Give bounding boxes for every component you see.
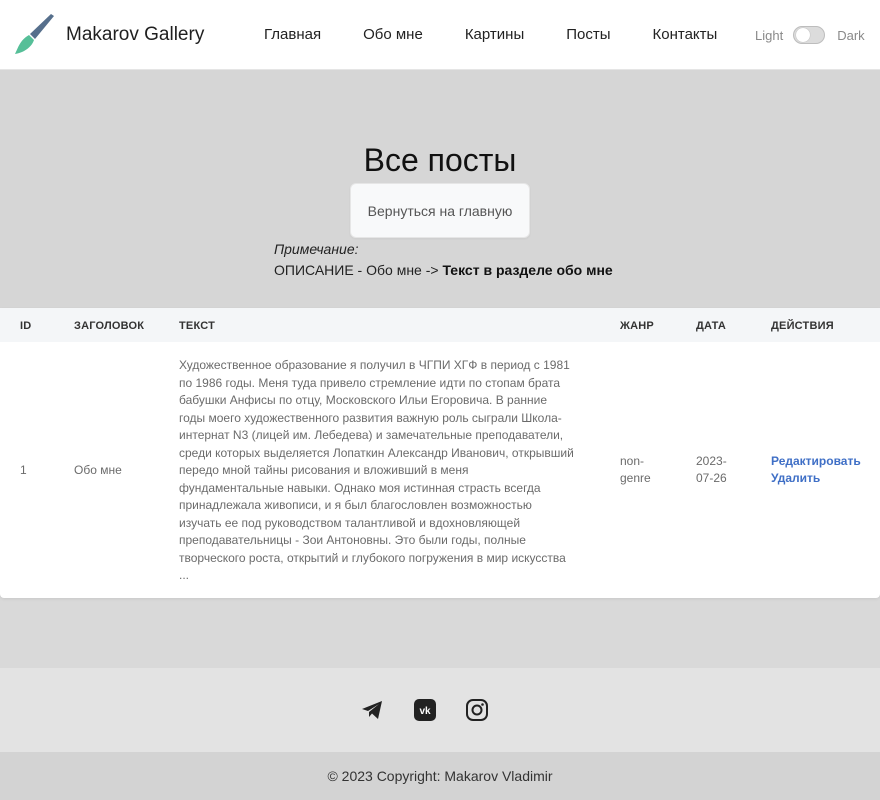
paintbrush-logo-icon [15, 14, 54, 54]
vk-icon[interactable]: vk [412, 697, 438, 723]
nav-paintings[interactable]: Картины [465, 26, 524, 43]
telegram-icon[interactable] [359, 697, 385, 723]
genre-line: non- [620, 454, 645, 468]
column-header-actions: ДЕЙСТВИЯ [771, 320, 834, 332]
date-line: 07-26 [696, 471, 727, 485]
hero-section: Все посты Вернуться на главную Примечани… [0, 70, 880, 308]
edit-post-link[interactable]: Редактировать [771, 453, 861, 470]
svg-text:vk: vk [419, 706, 431, 717]
cell-text: Художественное образование я получил в Ч… [179, 357, 584, 585]
text-line: преподавательницы - Зои Антоновны. Это б… [179, 533, 526, 547]
vk-glyph: vk [414, 699, 436, 721]
table-header: ID ЗАГОЛОВОК ТЕКСТ ЖАНР ДАТА ДЕЙСТВИЯ [0, 308, 880, 342]
text-line: бабушки Анфисы по отцу, Московского Ильи… [179, 393, 548, 407]
nav-home[interactable]: Главная [264, 26, 321, 43]
text-line: по 1986 годы. Меня туда привело стремлен… [179, 375, 561, 390]
brand-name: Makarov Gallery [66, 24, 205, 45]
theme-toggle: Light Dark [755, 26, 865, 44]
cell-date: 2023- 07-26 [696, 453, 727, 487]
brand-link[interactable]: Makarov Gallery [12, 12, 204, 58]
note-target: Текст в разделе обо мне [442, 262, 613, 278]
text-line: изучать ее под руководством талантливой … [179, 515, 521, 530]
theme-switch-knob [796, 28, 811, 42]
theme-switch[interactable] [793, 26, 826, 44]
page-title: Все посты [363, 142, 517, 178]
site-header: Makarov Gallery Главная Обо мне Картины … [0, 0, 880, 70]
cell-title: Обо мне [74, 463, 122, 477]
text-line: фундаментальные навыки. Однако моя истин… [179, 480, 541, 495]
back-home-button[interactable]: Вернуться на главную [350, 183, 530, 238]
footer-social: vk [0, 668, 880, 752]
text-line: годы моего художественного развития важн… [179, 410, 562, 425]
note-text: ОПИСАНИЕ - Обо мне -> Текст в разделе об… [274, 262, 613, 278]
column-header-genre: ЖАНР [620, 320, 654, 332]
text-line: среди которых выделяется Лопаткин Алекса… [179, 445, 574, 460]
cell-actions: Редактировать Удалить [771, 453, 861, 487]
main-nav: Главная Обо мне Картины Посты Контакты [264, 26, 759, 43]
text-line: ... [179, 568, 190, 582]
nav-posts[interactable]: Посты [566, 26, 610, 43]
column-header-title: ЗАГОЛОВОК [74, 320, 145, 332]
cell-genre: non- genre [620, 453, 651, 487]
posts-table: ID ЗАГОЛОВОК ТЕКСТ ЖАНР ДАТА ДЕЙСТВИЯ 1 … [0, 308, 880, 598]
cell-id: 1 [20, 463, 27, 477]
text-line: передо мной тайны рисования и вложивший … [179, 463, 469, 477]
footer-copyright: © 2023 Copyright: Makarov Vladimir [0, 752, 880, 800]
theme-light-label: Light [755, 27, 784, 43]
note-label: Примечание: [274, 241, 359, 257]
text-line: творческого роста, открытий и глубокого … [179, 550, 566, 565]
theme-dark-label: Dark [837, 27, 865, 43]
text-line: интернат N3 (лицей им. Лебедева) и замеч… [179, 428, 564, 442]
column-header-id: ID [20, 320, 32, 332]
nav-contacts[interactable]: Контакты [653, 26, 718, 43]
genre-line: genre [620, 471, 651, 485]
column-header-text: ТЕКСТ [179, 320, 216, 332]
telegram-glyph [362, 701, 382, 719]
nav-about[interactable]: Обо мне [363, 26, 423, 43]
instagram-icon[interactable] [464, 697, 490, 723]
text-line: принадлежала живописи, и я был благослов… [179, 498, 532, 512]
note-prefix: ОПИСАНИЕ - Обо мне -> [274, 262, 439, 278]
text-line: Художественное образование я получил в Ч… [179, 358, 570, 372]
delete-post-link[interactable]: Удалить [771, 470, 861, 487]
instagram-glyph [466, 699, 488, 721]
date-line: 2023- [696, 454, 727, 468]
column-header-date: ДАТА [696, 320, 727, 332]
